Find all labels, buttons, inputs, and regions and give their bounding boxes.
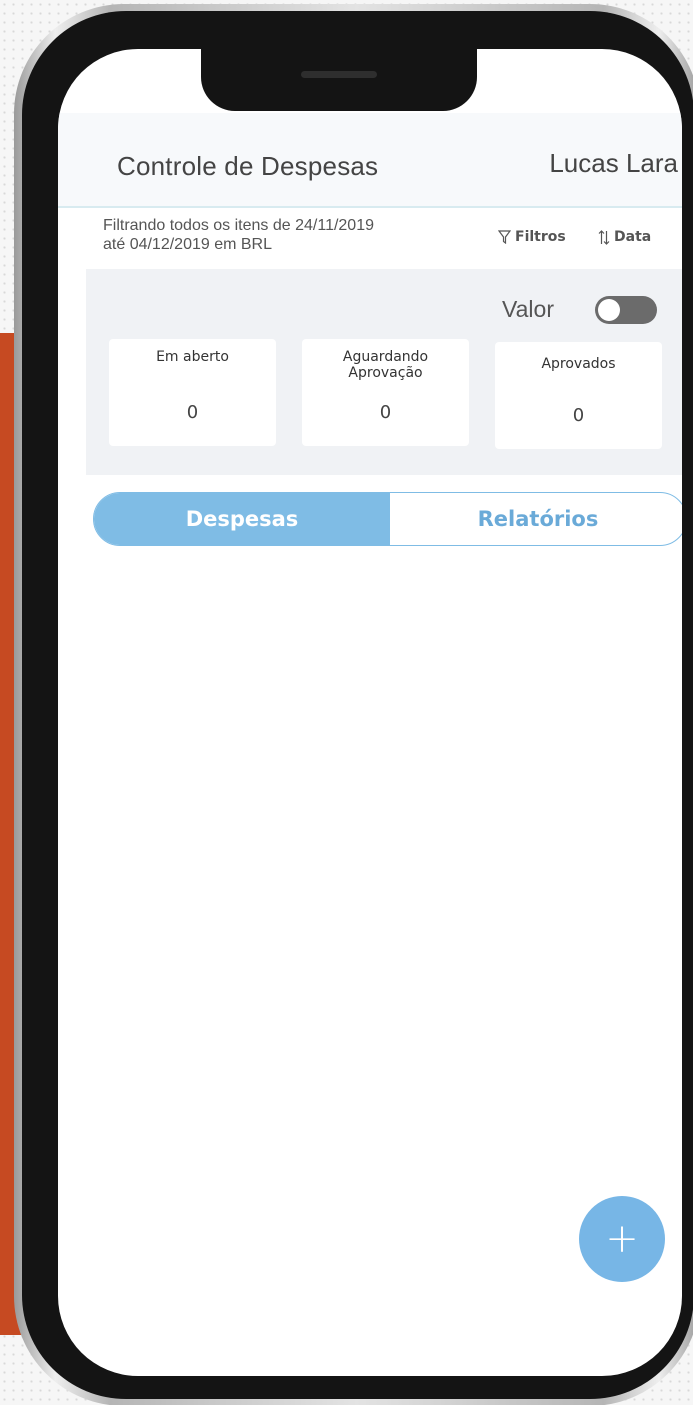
filters-button-label: Filtros bbox=[515, 229, 566, 245]
status-card-aprovados[interactable]: Aprovados 0 bbox=[495, 342, 662, 449]
filter-description-line-2: até 04/12/2019 em BRL bbox=[103, 236, 273, 253]
card-label: Aprovados bbox=[495, 356, 662, 372]
valor-toggle[interactable] bbox=[595, 296, 657, 324]
filters-button[interactable]: Filtros bbox=[498, 229, 566, 245]
card-label-line-1: Em aberto bbox=[156, 349, 229, 365]
plus-icon: + bbox=[605, 1216, 639, 1262]
user-name[interactable]: Lucas Lara bbox=[549, 148, 678, 179]
summary-panel: Valor Em aberto 0 Aguardando Aprovação 0 bbox=[86, 269, 682, 475]
phone-frame: Controle de Despesas Lucas Lara Filtrand… bbox=[14, 4, 693, 1405]
filter-bar: Filtrando todos os itens de 24/11/2019 a… bbox=[58, 209, 682, 269]
card-label: Aguardando Aprovação bbox=[302, 349, 469, 381]
phone-bezel: Controle de Despesas Lucas Lara Filtrand… bbox=[22, 11, 693, 1399]
card-label-line-1: Aprovados bbox=[541, 356, 616, 372]
app-title: Controle de Despesas bbox=[117, 151, 379, 181]
app-header: Controle de Despesas Lucas Lara bbox=[58, 113, 682, 208]
card-label: Em aberto bbox=[109, 349, 276, 365]
toggle-knob bbox=[598, 299, 620, 321]
tab-relatorios[interactable]: Relatórios bbox=[390, 493, 682, 545]
valor-toggle-label: Valor bbox=[502, 296, 554, 322]
sort-arrows-icon bbox=[598, 229, 610, 245]
card-label-line-1: Aguardando bbox=[342, 349, 429, 365]
app-screen: Controle de Despesas Lucas Lara Filtrand… bbox=[58, 49, 682, 1376]
filter-description: Filtrando todos os itens de 24/11/2019 a… bbox=[103, 216, 483, 254]
sort-button-label: Data bbox=[614, 229, 652, 245]
phone-notch bbox=[201, 49, 477, 111]
add-expense-button[interactable]: + bbox=[579, 1196, 665, 1282]
card-label-line-2: Aprovação bbox=[348, 365, 423, 381]
speaker-grille bbox=[301, 71, 377, 78]
card-value: 0 bbox=[572, 405, 585, 426]
sort-by-date-button[interactable]: Data bbox=[598, 229, 651, 245]
status-card-em-aberto[interactable]: Em aberto 0 bbox=[109, 339, 276, 446]
card-value: 0 bbox=[186, 402, 199, 423]
tab-bar: Despesas Relatórios bbox=[93, 492, 682, 546]
tab-despesas[interactable]: Despesas bbox=[94, 493, 390, 545]
card-value: 0 bbox=[379, 402, 392, 423]
filter-description-line-1: Filtrando todos os itens de 24/11/2019 bbox=[103, 217, 374, 234]
funnel-icon bbox=[498, 230, 511, 244]
status-card-aguardando-aprovacao[interactable]: Aguardando Aprovação 0 bbox=[302, 339, 469, 446]
